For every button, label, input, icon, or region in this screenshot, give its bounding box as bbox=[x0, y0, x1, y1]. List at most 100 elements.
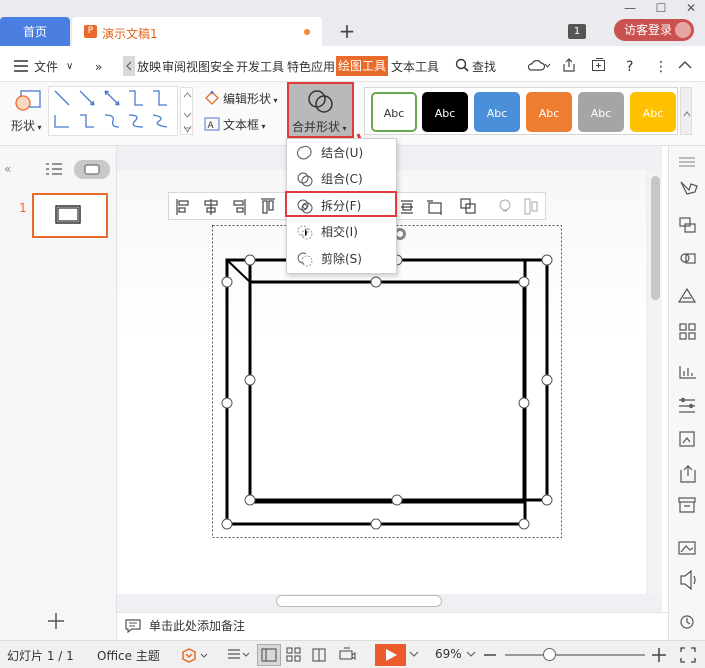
union-icon bbox=[297, 145, 312, 160]
zoom-in-icon[interactable] bbox=[652, 648, 666, 662]
avatar bbox=[675, 22, 691, 38]
edit-shape-icon[interactable] bbox=[204, 91, 220, 105]
add-slide-icon[interactable] bbox=[47, 612, 65, 630]
text-box-button[interactable]: 文本框 ▾ bbox=[223, 116, 266, 133]
visitor-login-button[interactable]: 访客登录 bbox=[614, 19, 694, 41]
unsaved-dot bbox=[304, 29, 310, 35]
theme-name[interactable]: Office 主题 bbox=[97, 647, 160, 664]
vertical-scroll-thumb[interactable] bbox=[651, 176, 660, 300]
zoom-out-icon[interactable] bbox=[484, 654, 496, 656]
zoom-slider-thumb[interactable] bbox=[543, 648, 556, 661]
document-title: 演示文稿1 bbox=[102, 27, 158, 41]
line-gallery[interactable] bbox=[48, 86, 178, 136]
menu-item-subtract-label: 剪除(S) bbox=[321, 252, 362, 266]
right-task-pane bbox=[668, 146, 705, 640]
merge-shape-menu: 结合(U) 组合(C) 拆分(F) 相交(I) 剪除(S) bbox=[285, 138, 397, 274]
reading-view-icon[interactable] bbox=[311, 647, 327, 663]
search-icon[interactable] bbox=[455, 58, 469, 72]
play-options-icon[interactable] bbox=[409, 651, 419, 659]
menu-item-intersect-label: 相交(I) bbox=[321, 225, 358, 239]
svg-text:A: A bbox=[208, 121, 215, 131]
outline-view-icon[interactable] bbox=[46, 163, 62, 175]
more-options-icon[interactable]: ⋮ bbox=[654, 57, 668, 77]
fit-window-icon[interactable] bbox=[680, 647, 696, 663]
menu-item-combine[interactable]: 组合(C) bbox=[287, 166, 396, 192]
menu-item-union[interactable]: 结合(U) bbox=[287, 140, 396, 166]
new-tab-button[interactable]: + bbox=[336, 20, 358, 42]
style-swatch-1[interactable]: Abc bbox=[371, 92, 417, 132]
beautify-icon[interactable] bbox=[181, 648, 211, 663]
status-bar: 幻灯片 1 / 1 Office 主题 69% bbox=[0, 640, 705, 668]
intersect-icon bbox=[297, 225, 313, 240]
tab-special[interactable]: 特色应用 bbox=[287, 57, 335, 77]
window-count-badge[interactable]: 1 bbox=[568, 24, 586, 39]
split-icon bbox=[297, 199, 313, 214]
subtract-icon bbox=[297, 252, 313, 267]
file-menu[interactable]: 文件 bbox=[34, 57, 58, 77]
style-swatch-2[interactable]: Abc bbox=[422, 92, 468, 132]
tab-slideshow[interactable]: 放映 bbox=[137, 57, 161, 77]
grid-view-icon[interactable] bbox=[286, 647, 302, 663]
slide-view-toggle[interactable] bbox=[74, 160, 110, 179]
presentation-icon: P bbox=[84, 25, 97, 38]
style-swatch-3[interactable]: Abc bbox=[474, 92, 520, 132]
tab-developer[interactable]: 开发工具 bbox=[236, 57, 284, 77]
normal-view-button[interactable] bbox=[257, 644, 281, 666]
collapse-ribbon-icon[interactable] bbox=[678, 60, 692, 70]
menu-item-union-label: 结合(U) bbox=[321, 146, 364, 160]
share-icon[interactable] bbox=[562, 58, 576, 72]
text-box-icon[interactable]: A bbox=[204, 117, 220, 131]
menu-item-intersect[interactable]: 相交(I) bbox=[287, 219, 396, 245]
search-label[interactable]: 查找 bbox=[472, 57, 496, 77]
merge-shape-button[interactable]: 合并形状 ▾ bbox=[287, 82, 354, 138]
tab-document[interactable]: P 演示文稿1 bbox=[72, 17, 322, 46]
style-swatch-4[interactable]: Abc bbox=[526, 92, 572, 132]
horizontal-scroll-thumb[interactable] bbox=[276, 595, 442, 607]
hamburger-icon[interactable] bbox=[14, 60, 28, 72]
zoom-slider[interactable] bbox=[505, 654, 645, 656]
shape-label[interactable]: 形状 ▾ bbox=[11, 117, 42, 134]
menu-item-subtract[interactable]: 剪除(S) bbox=[287, 246, 396, 272]
tab-security[interactable]: 安全 bbox=[210, 57, 234, 77]
slide-count: 幻灯片 1 / 1 bbox=[7, 649, 74, 663]
align-menu-icon[interactable] bbox=[227, 648, 251, 662]
notes-placeholder: 单击此处添加备注 bbox=[149, 619, 246, 633]
help-icon[interactable]: ? bbox=[626, 57, 633, 77]
vertical-scrollbar[interactable] bbox=[649, 170, 662, 594]
combine-icon bbox=[297, 172, 313, 187]
close-icon[interactable]: ✕ bbox=[681, 0, 701, 16]
slide-number: 1 bbox=[19, 201, 27, 215]
merge-shape-label: 合并形状 ▾ bbox=[292, 120, 347, 134]
slide-thumbnail[interactable] bbox=[32, 193, 108, 238]
menu-item-split[interactable]: 拆分(F) bbox=[285, 191, 397, 217]
scroll-left-icon[interactable] bbox=[123, 56, 135, 76]
chevron-down-icon[interactable]: ∨ bbox=[66, 57, 73, 77]
zoom-level[interactable]: 69% bbox=[435, 647, 462, 661]
play-slideshow-button[interactable] bbox=[375, 644, 406, 666]
presenter-view-icon[interactable] bbox=[338, 647, 356, 663]
line-gallery-scroll[interactable] bbox=[180, 87, 193, 135]
cloud-icon[interactable] bbox=[527, 58, 551, 72]
style-swatch-6[interactable]: Abc bbox=[630, 92, 676, 132]
zoom-options-icon[interactable] bbox=[466, 651, 476, 659]
tab-view[interactable]: 视图 bbox=[186, 57, 210, 77]
style-swatch-5[interactable]: Abc bbox=[578, 92, 624, 132]
maximize-icon[interactable]: ☐ bbox=[651, 0, 671, 16]
merge-shapes-icon bbox=[308, 90, 333, 113]
minimize-icon[interactable]: — bbox=[620, 0, 640, 16]
visitor-login-label: 访客登录 bbox=[624, 23, 673, 37]
collapse-panel-icon[interactable]: « bbox=[4, 162, 11, 176]
shape-icon[interactable] bbox=[14, 88, 42, 112]
style-gallery-scroll[interactable] bbox=[680, 87, 692, 135]
notes-icon bbox=[125, 619, 141, 633]
export-icon[interactable] bbox=[591, 57, 606, 72]
edit-shape-button[interactable]: 编辑形状 ▾ bbox=[223, 90, 278, 107]
tab-home[interactable]: 首页 bbox=[0, 17, 70, 46]
notes-bar[interactable]: 单击此处添加备注 bbox=[117, 612, 668, 640]
menu-item-combine-label: 组合(C) bbox=[321, 172, 363, 186]
more-tabs-icon[interactable]: » bbox=[95, 57, 102, 77]
tab-drawing-tools[interactable]: 绘图工具 bbox=[336, 56, 388, 76]
menu-item-split-label: 拆分(F) bbox=[321, 199, 362, 213]
tab-text-tools[interactable]: 文本工具 bbox=[391, 57, 439, 77]
tab-review[interactable]: 审阅 bbox=[162, 57, 186, 77]
